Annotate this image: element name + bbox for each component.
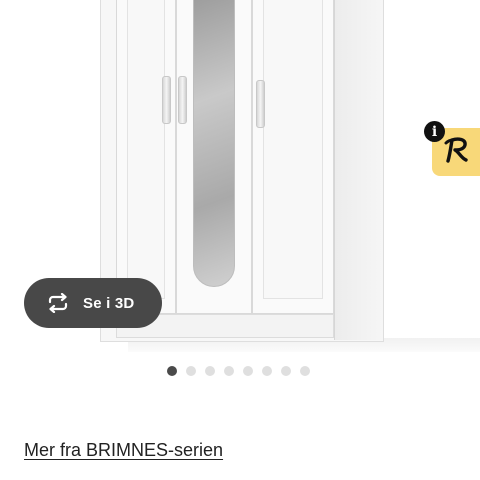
wardrobe-side bbox=[334, 0, 383, 340]
view-3d-label: Se i 3D bbox=[83, 294, 135, 312]
rotate-3d-icon bbox=[45, 293, 71, 313]
view-3d-button[interactable]: Se i 3D bbox=[24, 278, 162, 328]
wardrobe-door-mirror bbox=[176, 0, 252, 314]
door-handle bbox=[162, 76, 171, 124]
series-link[interactable]: Mer fra BRIMNES-serien bbox=[24, 440, 223, 461]
info-icon[interactable]: i bbox=[424, 121, 445, 142]
mirror-panel bbox=[193, 0, 235, 287]
carousel-dot[interactable] bbox=[243, 366, 253, 376]
carousel-dot[interactable] bbox=[224, 366, 234, 376]
carousel-dot[interactable] bbox=[262, 366, 272, 376]
carousel-dot[interactable] bbox=[186, 366, 196, 376]
carousel-dot-active[interactable] bbox=[167, 366, 177, 376]
door-handle bbox=[256, 80, 265, 128]
wardrobe-door-right bbox=[252, 0, 334, 314]
carousel-dot[interactable] bbox=[205, 366, 215, 376]
carousel-dot[interactable] bbox=[281, 366, 291, 376]
wardrobe-door-left bbox=[116, 0, 176, 314]
carousel-indicators bbox=[167, 366, 310, 376]
brand-r-icon bbox=[442, 136, 472, 169]
door-handle bbox=[178, 76, 187, 124]
carousel-dot[interactable] bbox=[300, 366, 310, 376]
